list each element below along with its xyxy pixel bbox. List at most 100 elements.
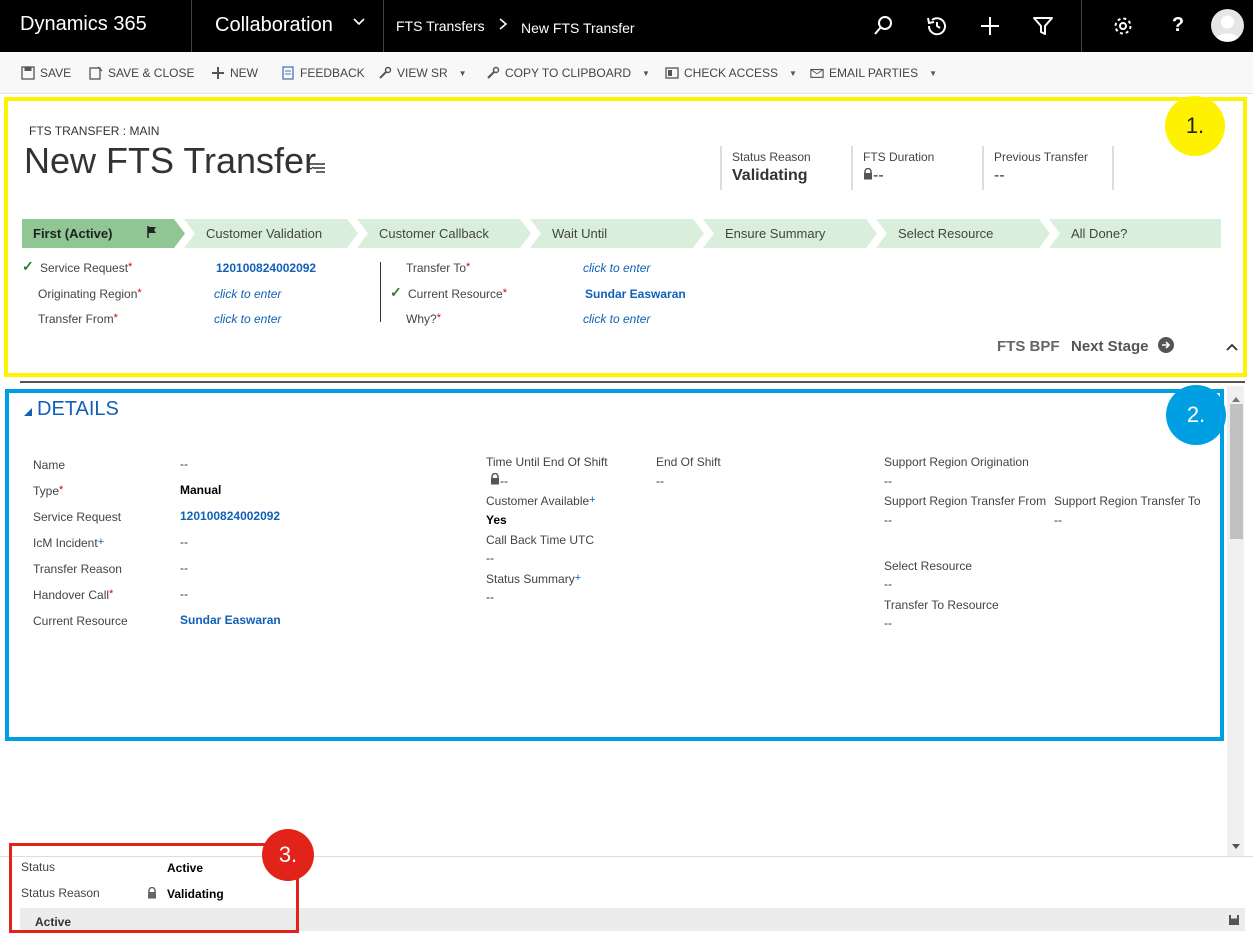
- header-field-previous-transfer[interactable]: Previous Transfer --: [982, 146, 1114, 190]
- field-label-service-request: Service Request: [33, 510, 122, 524]
- header-field-status-reason[interactable]: Status Reason Validating: [720, 146, 811, 190]
- field-value-customer-available[interactable]: Yes: [486, 513, 507, 527]
- bpf-stage-first[interactable]: First (Active): [33, 226, 112, 241]
- field-label-text: Type: [33, 484, 60, 498]
- next-stage-button[interactable]: Next Stage: [1071, 338, 1149, 355]
- section-collapse-icon[interactable]: [24, 405, 32, 419]
- field-value-status-summary[interactable]: --: [486, 590, 494, 604]
- breadcrumb-entity[interactable]: FTS Transfers: [396, 18, 485, 34]
- header-field-value-wrap: --: [863, 167, 963, 185]
- gear-icon[interactable]: [1111, 14, 1135, 38]
- annotation-box-3: [9, 843, 299, 933]
- field-label-time-until-end-of-shift: Time Until End Of Shift: [486, 455, 608, 469]
- new-button[interactable]: NEW: [211, 66, 258, 80]
- help-icon[interactable]: ?: [1166, 14, 1190, 38]
- area-switcher-label[interactable]: Collaboration: [215, 14, 333, 37]
- details-section-title: DETAILS: [37, 398, 119, 420]
- field-value-handover-call[interactable]: --: [180, 587, 188, 601]
- field-value-support-region-transfer-to[interactable]: --: [1054, 513, 1062, 527]
- header-field-label: Previous Transfer: [994, 150, 1089, 164]
- field-value-type[interactable]: Manual: [180, 483, 221, 497]
- bpf-stage-all-done[interactable]: All Done?: [1071, 226, 1127, 241]
- bpf-field-value-service-request[interactable]: 120100824002092: [216, 261, 316, 275]
- bpf-stage-customer-callback[interactable]: Customer Callback: [379, 226, 489, 241]
- check-access-button[interactable]: CHECK ACCESS ▼: [665, 66, 797, 80]
- bpf-stage-select-resource[interactable]: Select Resource: [898, 226, 993, 241]
- field-value-end-of-shift[interactable]: --: [656, 474, 664, 488]
- wrench-icon: [487, 66, 500, 79]
- field-value-support-region-transfer-from[interactable]: --: [884, 513, 892, 527]
- form-selector-label[interactable]: FTS TRANSFER : MAIN: [29, 124, 159, 138]
- bpf-field-label: Current Resource*: [408, 287, 507, 301]
- header-field-label: Status Reason: [732, 150, 811, 164]
- new-label: NEW: [230, 66, 258, 80]
- app-brand[interactable]: Dynamics 365: [20, 13, 147, 36]
- annotation-badge-3: 3.: [262, 829, 314, 881]
- user-avatar[interactable]: [1211, 9, 1244, 42]
- bpf-stage-ensure-summary[interactable]: Ensure Summary: [725, 226, 825, 241]
- bpf-field-label-text: Originating Region: [38, 287, 138, 301]
- field-value-icm-incident[interactable]: --: [180, 535, 188, 549]
- save-icon: [21, 66, 35, 80]
- field-value-select-resource[interactable]: --: [884, 577, 892, 591]
- bpf-field-value-current-resource[interactable]: Sundar Easwaran: [585, 287, 686, 301]
- breadcrumb-separator-icon: [498, 17, 508, 35]
- filter-icon[interactable]: [1031, 14, 1055, 38]
- email-parties-button[interactable]: EMAIL PARTIES ▼: [810, 66, 937, 80]
- required-icon: *: [502, 287, 507, 299]
- copy-clipboard-button[interactable]: COPY TO CLIPBOARD ▼: [486, 66, 650, 80]
- header-field-label: FTS Duration: [863, 150, 935, 164]
- dropdown-arrow-icon: ▼: [929, 68, 938, 78]
- recommended-icon: +: [574, 572, 582, 584]
- form-menu-icon[interactable]: [308, 161, 326, 178]
- save-close-icon: [89, 66, 103, 80]
- save-close-button[interactable]: SAVE & CLOSE: [89, 66, 194, 80]
- feedback-button[interactable]: FEEDBACK: [281, 66, 365, 80]
- add-icon[interactable]: [978, 14, 1002, 38]
- field-label-text: IcM Incident: [33, 536, 98, 550]
- field-value-name[interactable]: --: [180, 457, 188, 471]
- chevron-down-icon[interactable]: [352, 14, 366, 31]
- bpf-field-label-text: Current Resource: [408, 287, 503, 301]
- field-label-name: Name: [33, 458, 66, 472]
- bpf-field-label-text: Transfer From: [38, 312, 114, 326]
- bpf-field-value-transfer-from[interactable]: click to enter: [214, 312, 281, 326]
- collapse-chevron-icon[interactable]: [1225, 341, 1239, 355]
- bpf-field-label-text: Service Request: [40, 261, 129, 275]
- dropdown-arrow-icon: ▼: [458, 68, 467, 78]
- bpf-process-name[interactable]: FTS BPF: [997, 338, 1060, 355]
- required-icon: *: [109, 588, 114, 600]
- field-value-transfer-to-resource[interactable]: --: [884, 616, 892, 630]
- check-access-label: CHECK ACCESS: [684, 66, 779, 80]
- field-label-icm-incident: IcM Incident+: [33, 536, 104, 550]
- scrollbar-thumb[interactable]: [1230, 404, 1243, 539]
- header-divider: [20, 381, 1245, 383]
- scroll-up-icon[interactable]: [1231, 392, 1241, 406]
- bpf-field-value-transfer-to[interactable]: click to enter: [583, 261, 650, 275]
- header-field-fts-duration[interactable]: FTS Duration --: [851, 146, 963, 190]
- bpf-stage-customer-validation[interactable]: Customer Validation: [206, 226, 322, 241]
- recommended-icon: +: [589, 494, 596, 506]
- view-sr-button[interactable]: VIEW SR ▼: [378, 66, 467, 80]
- footer-save-icon[interactable]: [1228, 914, 1240, 929]
- dropdown-arrow-icon: ▼: [642, 68, 650, 78]
- bpf-field-label: Why?*: [406, 312, 441, 326]
- required-icon: *: [59, 484, 64, 496]
- plus-icon: [212, 67, 224, 79]
- recent-icon[interactable]: [925, 14, 949, 38]
- field-value-transfer-reason[interactable]: --: [180, 561, 188, 575]
- search-icon[interactable]: [872, 14, 896, 38]
- field-value-service-request[interactable]: 120100824002092: [180, 509, 280, 523]
- field-value-current-resource[interactable]: Sundar Easwaran: [180, 613, 281, 627]
- scroll-down-icon[interactable]: [1231, 840, 1241, 854]
- bpf-stage-wait-until[interactable]: Wait Until: [552, 226, 607, 241]
- field-value-call-back-time[interactable]: --: [486, 551, 494, 565]
- field-label-support-region-transfer-from: Support Region Transfer From: [884, 494, 1047, 508]
- next-stage-arrow-icon[interactable]: [1158, 337, 1174, 356]
- field-value-support-region-origination[interactable]: --: [884, 474, 892, 488]
- header-field-value: --: [994, 167, 1005, 184]
- bpf-field-value-originating-region[interactable]: click to enter: [214, 287, 281, 301]
- check-access-icon: [665, 67, 679, 79]
- save-button[interactable]: SAVE: [21, 66, 71, 80]
- bpf-field-value-why[interactable]: click to enter: [583, 312, 650, 326]
